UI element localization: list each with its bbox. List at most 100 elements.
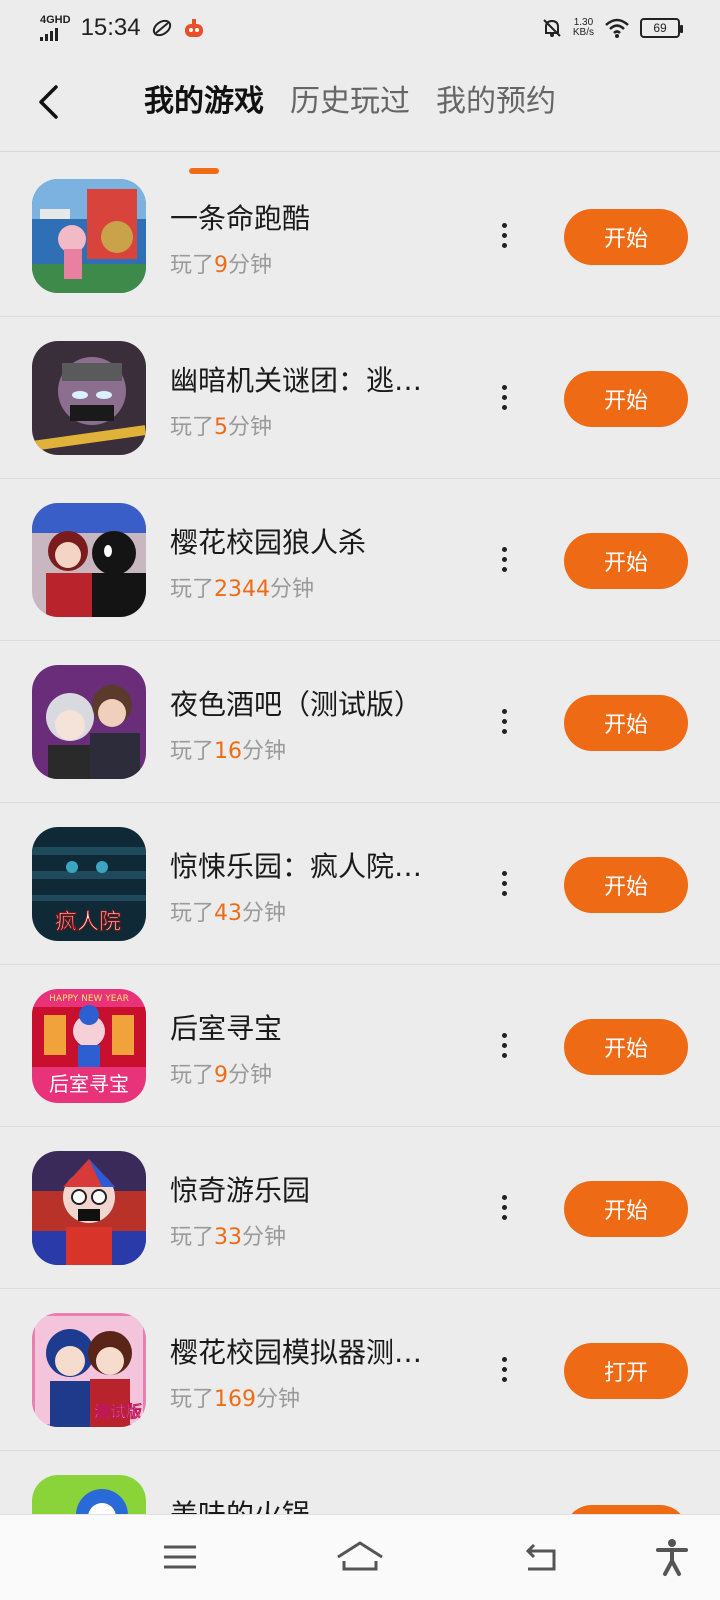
play-time-prefix: 玩了 bbox=[170, 901, 215, 926]
more-dot-icon bbox=[501, 384, 507, 390]
game-row[interactable]: HAPPY NEW YEAR 后室寻宝 后室寻宝 玩了9分钟 开始 bbox=[0, 965, 720, 1127]
start-button[interactable]: 开始 bbox=[564, 1019, 688, 1075]
tab-reservations[interactable]: 我的预约 bbox=[436, 80, 556, 124]
game-icon[interactable]: HAPPY NEW YEAR 后室寻宝 bbox=[32, 989, 146, 1103]
back-arrow-icon bbox=[39, 85, 58, 119]
dark-mystery-game-icon bbox=[32, 341, 146, 455]
backrooms-treasure-game-icon: HAPPY NEW YEAR 后室寻宝 bbox=[32, 989, 146, 1103]
more-dot-icon bbox=[501, 718, 507, 724]
screen: 4GHD 15:34 1.30 KB/s 69 我的游戏 历史玩过 我的预约 一… bbox=[0, 0, 720, 1600]
play-time-minutes: 33 bbox=[214, 1225, 243, 1250]
play-time-prefix: 玩了 bbox=[170, 415, 215, 440]
tab-bar: 我的游戏 历史玩过 我的预约 bbox=[144, 80, 556, 174]
more-options-button[interactable] bbox=[492, 213, 516, 257]
play-time-prefix: 玩了 bbox=[170, 577, 215, 602]
more-dot-icon bbox=[501, 394, 507, 400]
more-options-button[interactable] bbox=[492, 1185, 516, 1229]
game-icon[interactable]: 测试版 bbox=[32, 1313, 146, 1427]
play-time-suffix: 分钟 bbox=[242, 1225, 287, 1250]
play-time: 玩了43分钟 bbox=[170, 895, 286, 927]
more-options-button[interactable] bbox=[492, 375, 516, 419]
mute-bell-icon bbox=[543, 19, 561, 37]
game-row[interactable]: 幽暗机关谜团：逃… 玩了5分钟 开始 bbox=[0, 317, 720, 479]
night-bar-game-icon bbox=[32, 665, 146, 779]
game-icon[interactable] bbox=[32, 341, 146, 455]
play-time-minutes: 5 bbox=[214, 415, 229, 440]
play-time-suffix: 分钟 bbox=[228, 415, 273, 440]
start-button[interactable]: 开始 bbox=[564, 209, 688, 265]
wifi-icon bbox=[605, 18, 629, 38]
start-button[interactable]: 开始 bbox=[564, 371, 688, 427]
signal-icon bbox=[40, 27, 58, 41]
game-list: 一条命跑酷 玩了9分钟 开始 幽暗机关谜团：逃… 玩了5分钟 开始 樱花校园狼人… bbox=[0, 155, 720, 1600]
game-title: 樱花校园模拟器测… bbox=[170, 1336, 423, 1369]
home-icon[interactable] bbox=[334, 1537, 386, 1577]
play-time-prefix: 玩了 bbox=[170, 739, 215, 764]
start-button[interactable]: 开始 bbox=[564, 533, 688, 589]
tab-my-games[interactable]: 我的游戏 bbox=[144, 80, 264, 174]
clock: 15:34 bbox=[80, 14, 141, 41]
play-time: 玩了169分钟 bbox=[170, 1381, 300, 1413]
play-time: 玩了5分钟 bbox=[170, 409, 272, 441]
more-dot-icon bbox=[501, 404, 507, 410]
play-time: 玩了2344分钟 bbox=[170, 571, 314, 603]
game-row[interactable]: 一条命跑酷 玩了9分钟 开始 bbox=[0, 155, 720, 317]
tab-history[interactable]: 历史玩过 bbox=[290, 80, 410, 124]
game-icon[interactable] bbox=[32, 1151, 146, 1265]
amazing-amusement-park-game-icon bbox=[32, 1151, 146, 1265]
start-button[interactable]: 开始 bbox=[564, 857, 688, 913]
game-title: 惊悚乐园：疯人院… bbox=[170, 850, 423, 883]
more-dot-icon bbox=[501, 546, 507, 552]
accessibility-icon[interactable] bbox=[652, 1537, 692, 1577]
game-row[interactable]: 测试版 樱花校园模拟器测… 玩了169分钟 打开 bbox=[0, 1289, 720, 1451]
tab-reservations-label: 我的预约 bbox=[436, 84, 556, 119]
start-button[interactable]: 开始 bbox=[564, 1181, 688, 1237]
back-button[interactable] bbox=[28, 80, 68, 124]
system-nav-bar bbox=[0, 1514, 720, 1600]
more-options-button[interactable] bbox=[492, 1023, 516, 1067]
more-dot-icon bbox=[501, 566, 507, 572]
status-bar: 4GHD 15:34 1.30 KB/s 69 bbox=[0, 0, 720, 56]
back-nav-icon[interactable] bbox=[520, 1537, 560, 1577]
sakura-simulator-game-icon: 测试版 bbox=[32, 1313, 146, 1427]
game-title: 夜色酒吧（测试版） bbox=[170, 688, 423, 721]
play-time-minutes: 16 bbox=[214, 739, 243, 764]
game-row[interactable]: 夜色酒吧（测试版） 玩了16分钟 开始 bbox=[0, 641, 720, 803]
more-dot-icon bbox=[501, 880, 507, 886]
game-row[interactable]: 疯人院 惊悚乐园：疯人院… 玩了43分钟 开始 bbox=[0, 803, 720, 965]
more-dot-icon bbox=[501, 1042, 507, 1048]
game-row[interactable]: 樱花校园狼人杀 玩了2344分钟 开始 bbox=[0, 479, 720, 641]
parkour-game-icon bbox=[32, 179, 146, 293]
play-time: 玩了9分钟 bbox=[170, 1057, 272, 1089]
start-button[interactable]: 开始 bbox=[564, 695, 688, 751]
more-dot-icon bbox=[501, 890, 507, 896]
more-options-button[interactable] bbox=[492, 861, 516, 905]
game-icon[interactable] bbox=[32, 665, 146, 779]
more-options-button[interactable] bbox=[492, 699, 516, 743]
icon-caption: 疯人院 bbox=[55, 910, 121, 935]
more-dot-icon bbox=[501, 708, 507, 714]
more-dot-icon bbox=[501, 728, 507, 734]
game-notification-icon bbox=[184, 19, 203, 37]
more-options-button[interactable] bbox=[492, 537, 516, 581]
menu-icon[interactable] bbox=[160, 1537, 200, 1577]
game-icon[interactable] bbox=[32, 503, 146, 617]
play-time-minutes: 9 bbox=[214, 253, 229, 278]
asylum-game-icon: 疯人院 bbox=[32, 827, 146, 941]
game-row[interactable]: 惊奇游乐园 玩了33分钟 开始 bbox=[0, 1127, 720, 1289]
play-time-minutes: 9 bbox=[214, 1063, 229, 1088]
play-time-suffix: 分钟 bbox=[228, 253, 273, 278]
more-dot-icon bbox=[501, 1204, 507, 1210]
open-button[interactable]: 打开 bbox=[564, 1343, 688, 1399]
header: 我的游戏 历史玩过 我的预约 bbox=[0, 56, 720, 174]
more-options-button[interactable] bbox=[492, 1347, 516, 1391]
battery-level: 69 bbox=[653, 21, 667, 35]
more-dot-icon bbox=[501, 870, 507, 876]
game-icon[interactable] bbox=[32, 179, 146, 293]
more-dot-icon bbox=[501, 1376, 507, 1382]
speed-unit: KB/s bbox=[572, 27, 594, 38]
more-dot-icon bbox=[501, 1032, 507, 1038]
play-time-minutes: 169 bbox=[214, 1387, 257, 1412]
battery-icon: 69 bbox=[640, 18, 683, 38]
game-icon[interactable]: 疯人院 bbox=[32, 827, 146, 941]
